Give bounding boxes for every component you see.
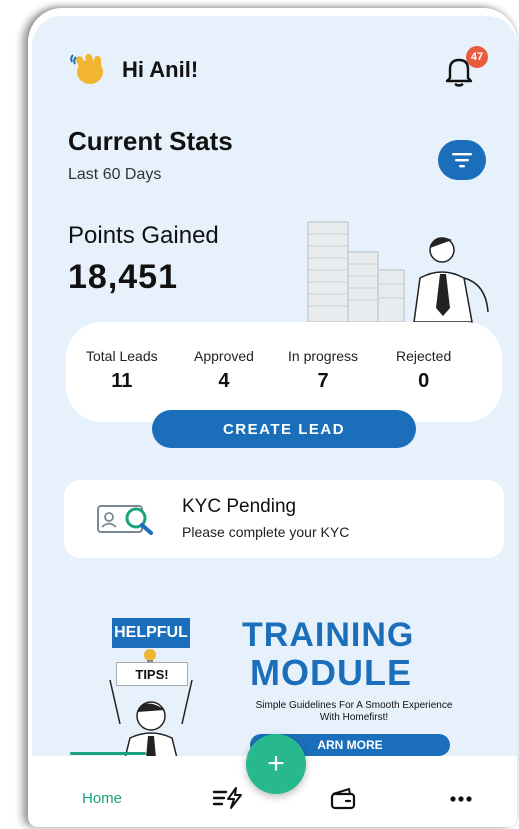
leads-icon[interactable]	[212, 786, 244, 810]
filter-icon	[452, 153, 472, 168]
stats-card: Total Leads 11 Approved 4 In progress 7 …	[66, 322, 502, 422]
stat-value: 0	[418, 370, 430, 392]
greeting-text: Hi Anil!	[122, 57, 199, 82]
training-subtitle: Simple Guidelines For A Smooth Experienc…	[255, 700, 453, 723]
wallet-icon[interactable]	[330, 786, 356, 810]
stats-title: Current Stats	[68, 126, 233, 156]
stats-period: Last 60 Days	[68, 166, 162, 183]
stat-rejected: Rejected 0	[396, 348, 451, 393]
training-title: TRAINING	[242, 616, 415, 654]
stat-label: In progress	[288, 348, 359, 364]
module-title: MODULE	[250, 652, 412, 693]
add-button[interactable]: +	[246, 734, 306, 794]
home-active-indicator	[70, 752, 146, 755]
more-icon[interactable]	[450, 796, 472, 802]
person-illustration	[109, 679, 193, 762]
points-label: Points Gained	[68, 222, 219, 249]
helpful-sign: HELPFUL	[112, 618, 190, 648]
stat-value: 11	[111, 370, 133, 392]
coins-illustration	[307, 221, 489, 323]
create-lead-button[interactable]: CREATE LEAD	[152, 410, 416, 448]
points-value: 18,451	[68, 258, 178, 296]
stat-label: Total Leads	[86, 348, 158, 364]
phone-frame: Hi Anil! 47 Current Stats Last 60 Days P…	[28, 8, 517, 827]
app-screen: Hi Anil! 47 Current Stats Last 60 Days P…	[32, 16, 517, 827]
notification-button[interactable]: 47	[442, 46, 488, 93]
notification-badge: 47	[466, 46, 488, 68]
kyc-title: KYC Pending	[182, 496, 297, 517]
kyc-subtitle: Please complete your KYC	[182, 524, 350, 540]
greeting: Hi Anil!	[68, 52, 198, 88]
waving-hand-icon	[70, 53, 103, 84]
stat-value: 7	[317, 370, 329, 392]
stat-in-progress: In progress 7	[288, 348, 358, 393]
stat-approved: Approved 4	[194, 348, 254, 393]
stat-label: Rejected	[396, 348, 452, 364]
id-search-icon	[97, 505, 153, 535]
nav-home[interactable]: Home	[82, 790, 122, 807]
stat-label: Approved	[194, 348, 254, 364]
kyc-card[interactable]: KYC Pending Please complete your KYC	[64, 480, 504, 558]
filter-button[interactable]	[438, 140, 486, 180]
stat-total-leads: Total Leads 11	[86, 348, 158, 393]
stat-value: 4	[218, 370, 230, 392]
